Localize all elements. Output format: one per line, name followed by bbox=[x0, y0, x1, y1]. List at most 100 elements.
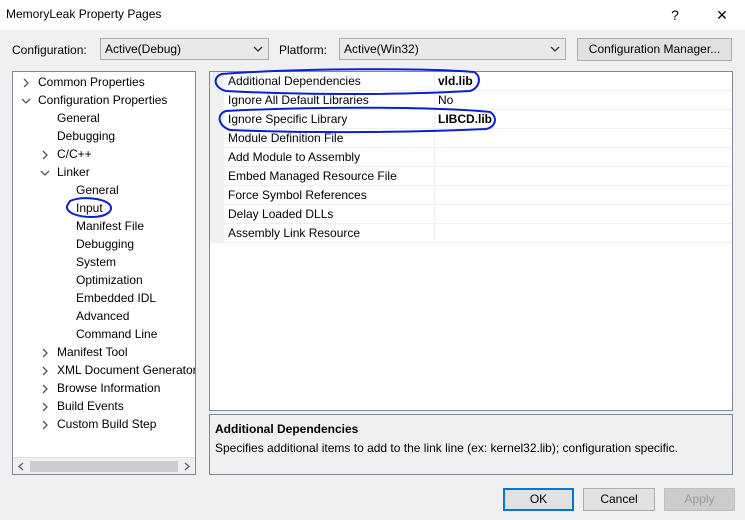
tree-item[interactable]: General bbox=[57, 109, 100, 127]
chevron-down-icon[interactable] bbox=[39, 167, 51, 179]
tree-item-label: XML Document Generator bbox=[57, 363, 196, 377]
tree-item[interactable]: Embedded IDL bbox=[76, 289, 156, 307]
tree-item[interactable]: Manifest Tool bbox=[39, 343, 127, 361]
column-separator bbox=[434, 205, 435, 224]
tree-item[interactable]: Command Line bbox=[76, 325, 157, 343]
column-separator bbox=[434, 110, 435, 129]
tree-item[interactable]: Advanced bbox=[76, 307, 129, 325]
chevron-down-icon[interactable] bbox=[20, 95, 32, 107]
column-separator bbox=[434, 224, 435, 243]
property-value[interactable]: vld.lib bbox=[438, 74, 473, 88]
chevron-right-icon[interactable] bbox=[39, 365, 51, 377]
configuration-value: Active(Debug) bbox=[105, 42, 182, 56]
column-separator bbox=[434, 72, 435, 91]
ok-button[interactable]: OK bbox=[503, 488, 574, 511]
tree-item-label: General bbox=[76, 183, 119, 197]
tree-item-label: Build Events bbox=[57, 399, 124, 413]
property-value[interactable]: No bbox=[438, 93, 453, 107]
tree-item-label: Advanced bbox=[76, 309, 130, 323]
tree-item[interactable]: Configuration Properties bbox=[20, 91, 167, 109]
property-row[interactable]: Ignore All Default Libraries No bbox=[224, 91, 732, 110]
property-row[interactable]: Module Definition File bbox=[224, 129, 732, 148]
property-name: Delay Loaded DLLs bbox=[228, 207, 334, 221]
platform-value: Active(Win32) bbox=[344, 42, 419, 56]
tree-item[interactable]: XML Document Generator bbox=[39, 361, 196, 379]
help-button[interactable]: ? bbox=[652, 0, 698, 30]
column-separator bbox=[434, 148, 435, 167]
scroll-right-icon[interactable] bbox=[182, 461, 192, 472]
cancel-button[interactable]: Cancel bbox=[583, 488, 655, 511]
tree-item[interactable]: Debugging bbox=[76, 235, 134, 253]
column-separator bbox=[434, 167, 435, 186]
tree-item-label: Manifest File bbox=[76, 219, 145, 233]
platform-combo[interactable]: Active(Win32) bbox=[339, 38, 566, 60]
configuration-label: Configuration: bbox=[12, 43, 87, 57]
tree-item[interactable]: C/C++ bbox=[39, 145, 92, 163]
chevron-down-icon bbox=[253, 46, 263, 52]
property-row[interactable]: Ignore Specific Library LIBCD.lib bbox=[224, 110, 732, 129]
tree-item-label: Linker bbox=[57, 165, 90, 179]
tree-item-label: General bbox=[57, 111, 100, 125]
property-name: Force Symbol References bbox=[228, 188, 367, 202]
property-row[interactable]: Add Module to Assembly bbox=[224, 148, 732, 167]
tree-item-label: Configuration Properties bbox=[38, 93, 168, 107]
property-name: Ignore All Default Libraries bbox=[228, 93, 369, 107]
tree-item[interactable]: Custom Build Step bbox=[39, 415, 156, 433]
property-row[interactable]: Delay Loaded DLLs bbox=[224, 205, 732, 224]
tree-item[interactable]: Optimization bbox=[76, 271, 143, 289]
tree-item[interactable]: Input bbox=[76, 199, 103, 217]
property-name: Embed Managed Resource File bbox=[228, 169, 397, 183]
property-row[interactable]: Assembly Link Resource bbox=[224, 224, 732, 243]
scroll-left-icon[interactable] bbox=[16, 461, 26, 472]
property-row[interactable]: Additional Dependencies vld.lib bbox=[224, 72, 732, 91]
property-value[interactable]: LIBCD.lib bbox=[438, 112, 492, 126]
property-name: Additional Dependencies bbox=[228, 74, 361, 88]
grid-margin bbox=[210, 72, 224, 243]
property-row[interactable]: Force Symbol References bbox=[224, 186, 732, 205]
chevron-down-icon bbox=[550, 46, 560, 52]
tree-item[interactable]: Browse Information bbox=[39, 379, 160, 397]
title-bar: MemoryLeak Property Pages ? ✕ bbox=[0, 0, 745, 30]
configuration-combo[interactable]: Active(Debug) bbox=[100, 38, 269, 60]
tree-item-label: Custom Build Step bbox=[57, 417, 157, 431]
tree-item[interactable]: System bbox=[76, 253, 116, 271]
chevron-right-icon[interactable] bbox=[39, 347, 51, 359]
configuration-manager-button[interactable]: Configuration Manager... bbox=[577, 38, 732, 61]
tree-item-label: System bbox=[76, 255, 117, 269]
column-separator bbox=[434, 186, 435, 205]
chevron-right-icon[interactable] bbox=[39, 383, 51, 395]
column-separator bbox=[434, 129, 435, 148]
property-grid[interactable]: Additional Dependencies vld.lib Ignore All… bbox=[209, 71, 733, 411]
apply-button[interactable]: Apply bbox=[664, 488, 735, 511]
chevron-right-icon[interactable] bbox=[39, 401, 51, 413]
tree-item-label: Debugging bbox=[57, 129, 116, 143]
tree-horizontal-scrollbar[interactable] bbox=[13, 457, 195, 474]
chevron-right-icon[interactable] bbox=[39, 419, 51, 431]
property-row[interactable]: Embed Managed Resource File bbox=[224, 167, 732, 186]
scrollbar-thumb[interactable] bbox=[30, 461, 178, 472]
tree-item-label: Debugging bbox=[76, 237, 135, 251]
tree-item-label: Command Line bbox=[76, 327, 158, 341]
tree-item[interactable]: Debugging bbox=[57, 127, 115, 145]
chevron-right-icon[interactable] bbox=[20, 77, 32, 89]
property-name: Add Module to Assembly bbox=[228, 150, 361, 164]
window-title: MemoryLeak Property Pages bbox=[6, 7, 162, 21]
tree-item[interactable]: Build Events bbox=[39, 397, 124, 415]
tree-item-label: Input bbox=[76, 201, 103, 215]
property-name: Assembly Link Resource bbox=[228, 226, 361, 240]
close-button[interactable]: ✕ bbox=[699, 0, 745, 30]
property-tree[interactable]: Custom Build Step Build Events Browse Info… bbox=[12, 71, 196, 475]
description-pane: Additional Dependencies Specifies additi… bbox=[209, 414, 733, 475]
tree-item-label: Optimization bbox=[76, 273, 143, 287]
chevron-right-icon[interactable] bbox=[39, 149, 51, 161]
tree-item-label: Embedded IDL bbox=[76, 291, 157, 305]
tree-item[interactable]: General bbox=[76, 181, 119, 199]
description-text: Specifies additional items to add to the… bbox=[215, 441, 678, 455]
tree-item[interactable]: Linker bbox=[39, 163, 90, 181]
tree-item-label: Common Properties bbox=[38, 75, 145, 89]
platform-label: Platform: bbox=[279, 43, 328, 57]
tree-item[interactable]: Common Properties bbox=[20, 73, 145, 91]
property-name: Module Definition File bbox=[228, 131, 344, 145]
tree-item[interactable]: Manifest File bbox=[76, 217, 144, 235]
help-icon: ? bbox=[671, 7, 679, 23]
